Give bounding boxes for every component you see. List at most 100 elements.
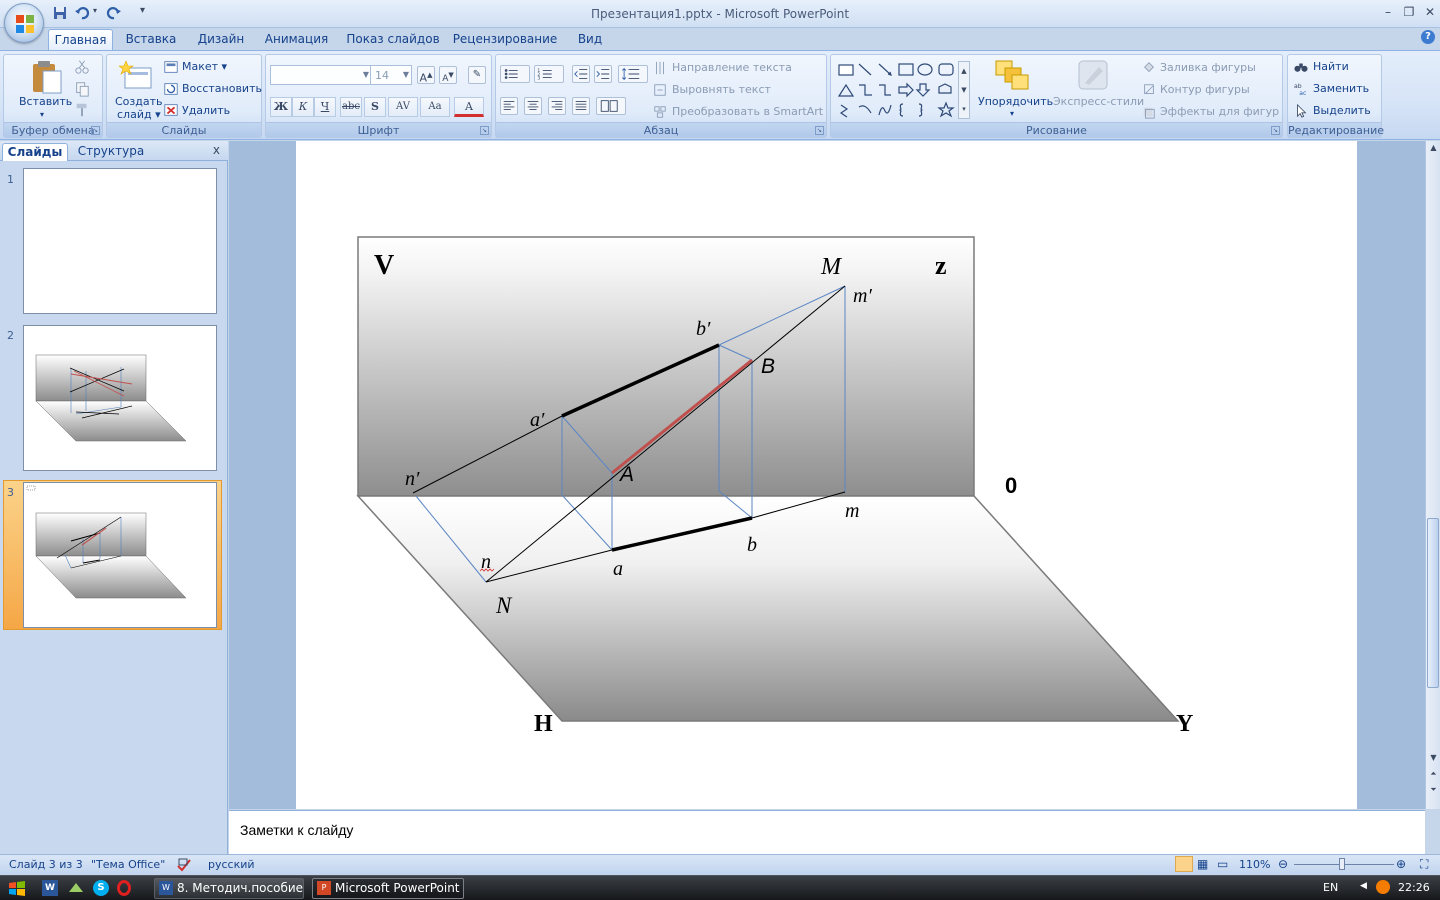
skype-icon[interactable]: S — [93, 880, 109, 896]
tab-outline[interactable]: Структура — [72, 143, 150, 161]
paste-label[interactable]: Вставить — [19, 95, 72, 108]
tab-slides[interactable]: Слайды — [2, 143, 68, 161]
help-icon[interactable]: ? — [1421, 30, 1435, 44]
language-tray[interactable]: EN — [1323, 881, 1338, 894]
word-launch-icon[interactable]: W — [42, 880, 58, 896]
numbering-icon[interactable]: 123 — [534, 65, 564, 83]
fit-to-window-icon[interactable]: ⛶ — [1420, 857, 1428, 872]
restore-button[interactable]: ❐ — [1400, 4, 1418, 20]
tab-design[interactable]: Дизайн — [192, 29, 250, 50]
align-left-icon[interactable] — [500, 97, 518, 115]
bullets-icon[interactable] — [500, 65, 530, 83]
char-spacing-button[interactable]: AV — [388, 97, 418, 117]
shape-effects-label[interactable]: Эффекты для фигур — [1160, 105, 1279, 118]
shape-outline-label[interactable]: Контур фигуры — [1160, 83, 1250, 96]
increase-indent-icon[interactable] — [594, 65, 612, 83]
spellcheck-icon[interactable] — [176, 857, 192, 873]
clear-formatting-button[interactable]: ✎ — [468, 66, 486, 84]
new-slide-icon[interactable] — [119, 60, 153, 94]
slide-thumbnail-2[interactable] — [23, 325, 217, 471]
office-button[interactable] — [4, 3, 44, 43]
close-button[interactable]: ✕ — [1421, 4, 1439, 20]
tab-insert[interactable]: Вставка — [121, 29, 181, 50]
tray-app-icon[interactable] — [1376, 880, 1390, 894]
strikethrough-button[interactable]: abc — [340, 97, 362, 117]
slide-thumbnail-1[interactable] — [23, 168, 217, 314]
taskbar-item-powerpoint[interactable]: P Microsoft PowerPoint ... — [312, 878, 464, 899]
scroll-up-icon[interactable]: ▲ — [1427, 141, 1440, 155]
previous-slide-icon[interactable]: ⏶ — [1427, 767, 1440, 781]
bold-button[interactable]: Ж — [270, 97, 292, 117]
zoom-out-icon[interactable]: ⊖ — [1278, 857, 1288, 871]
font-size-combo[interactable]: 14 ▼ — [370, 65, 412, 85]
align-right-icon[interactable] — [548, 97, 566, 115]
paste-icon[interactable] — [30, 59, 64, 95]
copy-icon[interactable] — [73, 80, 91, 98]
delete-slide-icon[interactable] — [162, 101, 180, 119]
select-label[interactable]: Выделить — [1313, 104, 1371, 117]
current-slide[interactable]: V z M m′ b′ B a′ A n′ 0 m b n a N H Y — [296, 141, 1357, 809]
columns-icon[interactable] — [596, 97, 626, 115]
replace-icon[interactable]: abac — [1293, 80, 1309, 98]
slide-thumbnail-3[interactable] — [23, 482, 217, 628]
find-label[interactable]: Найти — [1313, 60, 1349, 73]
new-slide-label-1[interactable]: Создать — [115, 95, 163, 108]
shrink-font-button[interactable]: A▼ — [439, 66, 457, 84]
opera-icon[interactable] — [117, 880, 131, 896]
notes-placeholder[interactable]: Заметки к слайду — [240, 822, 353, 838]
zoom-slider-thumb[interactable] — [1339, 858, 1345, 870]
binoculars-icon[interactable] — [1293, 58, 1309, 76]
grow-font-button[interactable]: A▲ — [417, 66, 435, 85]
tab-home[interactable]: Главная — [48, 29, 113, 50]
cut-icon[interactable] — [73, 58, 91, 76]
shape-outline-icon[interactable] — [1141, 81, 1157, 99]
drawing-launcher-icon[interactable]: ↘ — [1271, 126, 1280, 135]
slideshow-icon[interactable]: ▭ — [1217, 857, 1228, 871]
format-painter-icon[interactable] — [73, 101, 91, 119]
scroll-down-icon[interactable]: ▼ — [1427, 751, 1440, 765]
paragraph-launcher-icon[interactable]: ↘ — [815, 126, 824, 135]
arrange-label[interactable]: Упорядочить — [978, 95, 1053, 108]
clipboard-launcher-icon[interactable]: ↘ — [91, 126, 100, 135]
tab-view[interactable]: Вид — [569, 29, 611, 50]
line-spacing-icon[interactable] — [618, 65, 648, 83]
reset-icon[interactable] — [162, 80, 180, 98]
zoom-level[interactable]: 110% — [1239, 858, 1270, 871]
shape-effects-icon[interactable] — [1141, 103, 1157, 121]
tab-review[interactable]: Рецензирование — [452, 29, 558, 50]
text-direction-label[interactable]: Направление текста — [672, 61, 792, 74]
smartart-label[interactable]: Преобразовать в SmartArt — [672, 105, 823, 118]
language-indicator[interactable]: русский — [208, 858, 255, 871]
select-cursor-icon[interactable] — [1293, 102, 1309, 120]
paste-dropdown-icon[interactable]: ▾ — [40, 110, 44, 119]
align-text-label[interactable]: Выровнять текст — [672, 83, 771, 96]
arrange-icon[interactable] — [994, 59, 1030, 93]
underline-button[interactable]: Ч — [314, 97, 336, 117]
quick-styles-label[interactable]: Экспресс-стили — [1053, 95, 1144, 108]
vertical-scrollbar[interactable]: ▲ ▼ ⏶ ⏷ — [1425, 141, 1440, 809]
notes-pane[interactable]: Заметки к слайду — [229, 810, 1425, 854]
windows-start-icon[interactable] — [8, 880, 26, 898]
zoom-in-icon[interactable]: ⊕ — [1396, 857, 1406, 871]
new-slide-label-2[interactable]: слайд ▾ — [117, 108, 161, 121]
minimize-button[interactable]: – — [1379, 4, 1397, 20]
shapes-gallery-scroll[interactable]: ▲ ▼ ▾ — [958, 61, 970, 119]
smartart-icon[interactable] — [652, 103, 668, 121]
normal-view-icon[interactable] — [1175, 856, 1193, 872]
reset-label[interactable]: Восстановить — [182, 82, 262, 95]
text-direction-icon[interactable] — [652, 59, 668, 77]
layout-icon[interactable] — [162, 58, 180, 76]
justify-icon[interactable] — [572, 97, 590, 115]
slide-sorter-icon[interactable]: ▦ — [1197, 857, 1208, 871]
align-text-icon[interactable] — [652, 81, 668, 99]
tab-slideshow[interactable]: Показ слайдов — [344, 29, 442, 50]
quick-styles-icon[interactable] — [1077, 59, 1111, 93]
shape-fill-icon[interactable] — [1141, 59, 1157, 77]
shapes-gallery[interactable] — [835, 59, 963, 121]
close-icon[interactable]: x — [213, 143, 220, 157]
arrange-dropdown-icon[interactable]: ▾ — [1010, 109, 1014, 118]
next-slide-icon[interactable]: ⏷ — [1427, 783, 1440, 797]
quick-launch-icon[interactable] — [67, 880, 85, 896]
layout-label[interactable]: Макет ▾ — [182, 60, 227, 73]
scrollbar-thumb[interactable] — [1427, 518, 1439, 688]
